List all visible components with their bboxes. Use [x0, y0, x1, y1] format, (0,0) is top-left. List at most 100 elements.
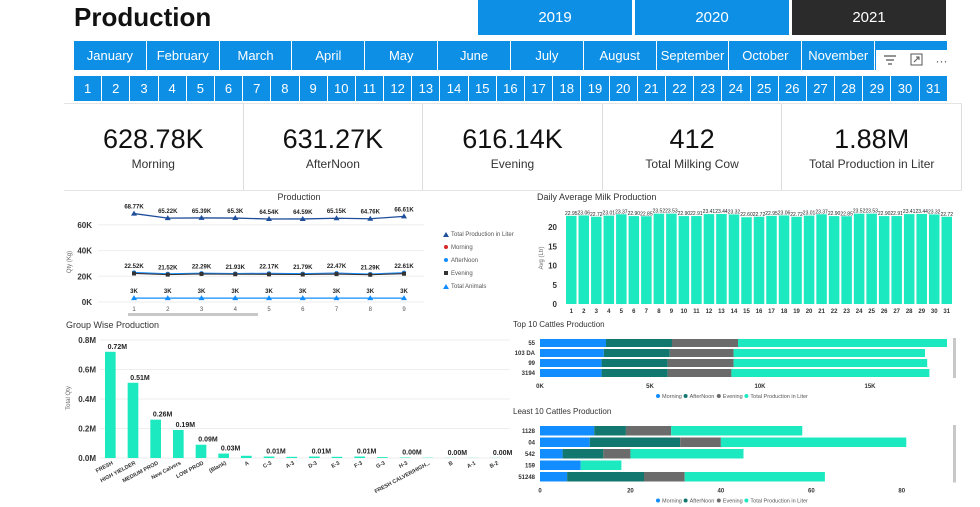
data-label: 3K	[366, 289, 374, 295]
day-button-10[interactable]: 10	[327, 76, 356, 101]
day-button-29[interactable]: 29	[863, 76, 892, 101]
day-button-9[interactable]: 9	[299, 76, 328, 101]
bar	[741, 217, 752, 304]
data-point	[300, 272, 305, 277]
y-tick-label: 20	[548, 223, 557, 232]
month-button-9[interactable]: September	[656, 41, 730, 70]
bar	[666, 213, 677, 304]
x-tick-label: 7	[335, 307, 339, 313]
day-button-30[interactable]: 30	[891, 76, 920, 101]
year-button-2019[interactable]: 2019	[478, 0, 632, 35]
month-button-5[interactable]: May	[365, 41, 439, 70]
filter-icon[interactable]	[883, 54, 897, 69]
bar-segment	[540, 369, 602, 377]
data-label: 23.32	[728, 209, 741, 215]
day-button-7[interactable]: 7	[243, 76, 272, 101]
day-button-16[interactable]: 16	[496, 76, 525, 101]
month-button-8[interactable]: August	[583, 41, 657, 70]
x-tick-label: 29	[918, 309, 925, 315]
bar	[703, 214, 715, 304]
x-tick-label: A-3	[285, 460, 296, 469]
day-button-8[interactable]: 8	[271, 76, 300, 101]
day-button-1[interactable]: 1	[74, 76, 103, 101]
x-tick-label: 21	[818, 309, 825, 315]
month-button-6[interactable]: June	[438, 41, 511, 70]
day-button-17[interactable]: 17	[525, 76, 554, 101]
group-wise-chart: Group Wise Production Total Qty 0.8M 0.6M 0.…	[66, 320, 513, 495]
month-button-1[interactable]: January	[74, 41, 147, 70]
bar-segment	[601, 369, 668, 377]
day-button-23[interactable]: 23	[694, 76, 723, 101]
legend-label: AfterNoon	[451, 258, 478, 264]
legend-marker	[444, 245, 448, 249]
data-label: 22.60	[740, 212, 753, 218]
day-button-28[interactable]: 28	[835, 76, 864, 101]
kpi-label: Evening	[490, 156, 535, 171]
day-button-26[interactable]: 26	[778, 76, 807, 101]
month-button-11[interactable]: November	[802, 41, 876, 70]
x-tick-label: G-3	[375, 460, 386, 470]
day-button-4[interactable]: 4	[158, 76, 187, 101]
data-label: 23.53	[865, 209, 878, 215]
data-label: 3K	[400, 289, 408, 295]
year-button-2021[interactable]: 2021	[792, 0, 946, 35]
y-tick-label: 0.0M	[78, 454, 96, 463]
y-tick-label: 0.6M	[78, 366, 96, 375]
day-button-2[interactable]: 2	[102, 76, 131, 101]
chart-title: Group Wise Production	[66, 320, 159, 330]
bar	[241, 455, 252, 458]
data-label: 0.19M	[176, 422, 196, 429]
more-options-icon[interactable]: ···	[936, 54, 948, 68]
year-button-2020[interactable]: 2020	[635, 0, 789, 35]
bar	[941, 216, 952, 304]
x-tick-label: 3	[200, 307, 204, 313]
data-label: 0.01M	[357, 449, 377, 456]
data-label: 23.53	[665, 209, 678, 215]
data-label: 22.90	[828, 211, 841, 217]
bar-segment	[603, 349, 670, 357]
day-button-25[interactable]: 25	[750, 76, 779, 101]
kpi-value: 412	[669, 123, 715, 154]
day-button-22[interactable]: 22	[665, 76, 695, 101]
data-label: 3K	[333, 289, 341, 295]
month-button-4[interactable]: April	[292, 41, 366, 70]
day-button-3[interactable]: 3	[130, 76, 159, 101]
month-button-3[interactable]: March	[219, 41, 293, 70]
day-button-14[interactable]: 14	[440, 76, 469, 101]
day-button-18[interactable]: 18	[553, 76, 582, 101]
day-button-19[interactable]: 19	[581, 76, 610, 101]
day-button-27[interactable]: 27	[806, 76, 836, 101]
day-button-11[interactable]: 11	[355, 76, 385, 101]
bar	[331, 456, 343, 458]
day-button-21[interactable]: 21	[637, 76, 666, 101]
y-tick-label: 5	[553, 281, 558, 290]
day-button-20[interactable]: 20	[609, 76, 638, 101]
data-label: 3K	[130, 289, 138, 295]
month-button-7[interactable]: July	[510, 41, 584, 70]
bar	[628, 216, 640, 304]
day-button-24[interactable]: 24	[722, 76, 751, 101]
day-button-31[interactable]: 31	[919, 76, 948, 101]
x-tick-label: 24	[856, 309, 863, 315]
bar	[803, 215, 815, 304]
bar	[566, 215, 577, 304]
focus-mode-icon[interactable]	[910, 53, 923, 69]
day-button-13[interactable]: 13	[412, 76, 441, 101]
data-point	[165, 272, 170, 277]
x-tick-label: 5	[620, 309, 624, 315]
day-button-15[interactable]: 15	[468, 76, 497, 101]
production-line-chart: Production Qty (Kg) 60K 40K 20K 0K 1 2 3 4 5 6 7 8 9 68…	[67, 192, 514, 316]
x-tick-label: 31	[943, 309, 950, 315]
x-tick-label: B	[448, 460, 454, 467]
scrollbar	[953, 425, 956, 483]
bar-segment	[667, 359, 734, 367]
day-button-5[interactable]: 5	[186, 76, 215, 101]
month-button-2[interactable]: February	[146, 41, 220, 70]
day-button-6[interactable]: 6	[214, 76, 244, 101]
month-button-10[interactable]: October	[729, 41, 803, 70]
x-tick-label: 5	[267, 307, 271, 313]
data-label: 65.39K	[192, 209, 212, 215]
y-tick-label: 15	[548, 242, 557, 251]
data-label: 23.44	[915, 209, 928, 215]
day-button-12[interactable]: 12	[384, 76, 413, 101]
